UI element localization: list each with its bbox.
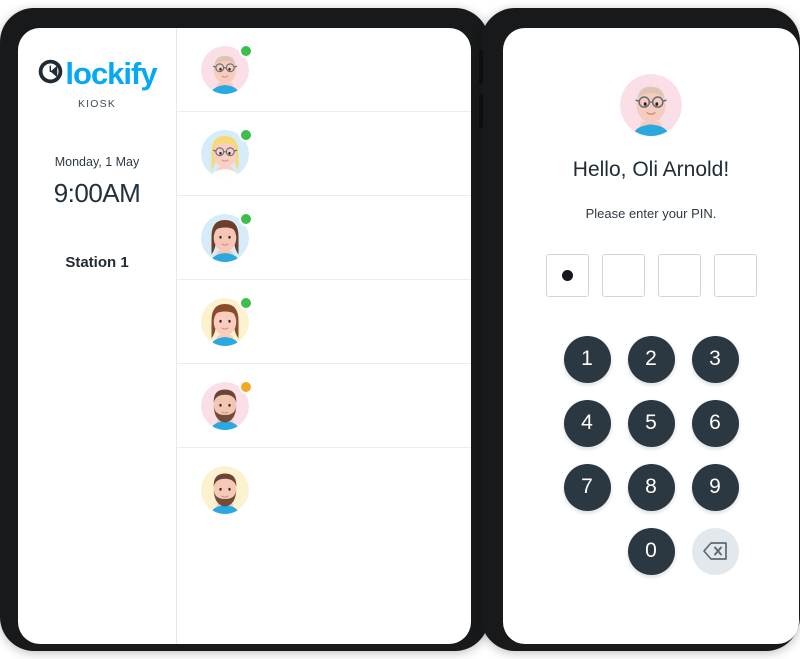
info-sidebar: lockify KIOSK Monday, 1 May 9:00AM Stati…: [18, 28, 177, 644]
user-list: [177, 28, 471, 644]
keypad-key-2[interactable]: 2: [627, 335, 675, 383]
pin-digit-box[interactable]: [601, 254, 645, 297]
kiosk-user-list-screen: lockify KIOSK Monday, 1 May 9:00AM Stati…: [18, 28, 471, 644]
volume-up-button[interactable]: [479, 50, 483, 84]
user-list-item[interactable]: [177, 28, 471, 112]
avatar: [201, 127, 253, 178]
selected-user-avatar: [620, 74, 682, 136]
brand-name: lockify: [65, 56, 157, 91]
backspace-icon: [703, 542, 727, 560]
pin-input-group[interactable]: [545, 254, 757, 297]
user-list-item[interactable]: [177, 448, 471, 532]
status-badge: [239, 43, 253, 58]
avatar: [201, 379, 253, 430]
keypad-key-0[interactable]: 0: [627, 527, 675, 575]
pin-digit-box[interactable]: [713, 254, 757, 297]
keypad-spacer: [564, 528, 611, 575]
volume-down-button[interactable]: [479, 94, 483, 128]
current-time: 9:00AM: [53, 178, 141, 208]
clock-c-icon: [37, 58, 66, 89]
pin-digit-box[interactable]: [657, 254, 701, 297]
pin-digit-box[interactable]: [545, 254, 589, 297]
station-label: Station 1: [65, 254, 129, 271]
keypad-key-1[interactable]: 1: [563, 335, 611, 383]
status-badge: [239, 379, 253, 394]
user-list-item[interactable]: [177, 112, 471, 196]
status-badge: [239, 211, 253, 226]
keypad-key-8[interactable]: 8: [627, 463, 675, 511]
backspace-key[interactable]: [691, 527, 739, 575]
avatar: [201, 295, 253, 346]
keypad-key-6[interactable]: 6: [691, 399, 739, 447]
user-list-item[interactable]: [177, 364, 471, 448]
kiosk-mockup: lockify KIOSK Monday, 1 May 9:00AM Stati…: [0, 0, 800, 659]
greeting-text: Hello, Oli Arnold!: [572, 158, 730, 181]
keypad-key-9[interactable]: 9: [691, 463, 739, 511]
current-date: Monday, 1 May: [54, 155, 140, 169]
brand-subtitle: KIOSK: [77, 98, 117, 110]
user-avatar-icon: [201, 466, 249, 514]
tablet-device-left: lockify KIOSK Monday, 1 May 9:00AM Stati…: [0, 8, 489, 651]
pin-prompt-text: Please enter your PIN.: [585, 206, 717, 221]
keypad-key-7[interactable]: 7: [563, 463, 611, 511]
clockify-logo: lockify: [18, 58, 176, 89]
user-list-item[interactable]: [177, 280, 471, 364]
pin-keypad: 123 456 7890: [555, 327, 747, 583]
avatar: [201, 43, 253, 94]
keypad-key-5[interactable]: 5: [627, 399, 675, 447]
avatar: [201, 211, 253, 262]
keypad-key-3[interactable]: 3: [691, 335, 739, 383]
tablet-device-right: Hello, Oli Arnold! Please enter your PIN…: [479, 8, 800, 651]
kiosk-pin-screen: Hello, Oli Arnold! Please enter your PIN…: [503, 28, 799, 644]
status-badge: [239, 127, 253, 142]
user-list-item[interactable]: [177, 196, 471, 280]
pin-filled-dot: [561, 270, 573, 281]
avatar: [201, 466, 249, 514]
keypad-key-4[interactable]: 4: [563, 399, 611, 447]
status-badge: [239, 295, 253, 310]
